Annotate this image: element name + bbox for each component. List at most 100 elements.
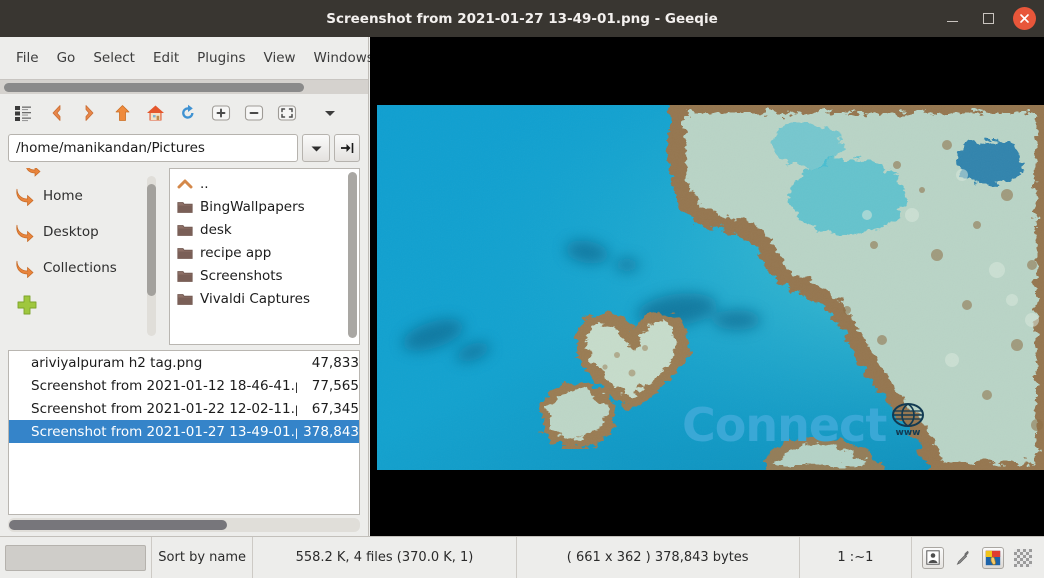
add-bookmark-button[interactable] — [8, 286, 160, 320]
up-button[interactable] — [107, 99, 137, 127]
table-row[interactable]: Screenshot from 2021-01-22 12-02-11.png … — [9, 397, 359, 420]
zoom-fit-button[interactable] — [272, 99, 302, 127]
zoom-in-icon — [211, 105, 231, 121]
shortcuts-pane: Home Desktop Collections — [8, 168, 160, 345]
up-icon — [115, 105, 129, 121]
toolbar-overflow-button[interactable] — [315, 99, 345, 127]
folder-icon — [177, 270, 193, 282]
signal-arcs-icon — [727, 460, 817, 470]
path-go-button[interactable] — [334, 134, 360, 162]
file-size: 77,565 — [311, 377, 359, 394]
home-button[interactable] — [140, 99, 170, 127]
menu-item-view[interactable]: View — [256, 46, 304, 70]
forward-button[interactable] — [74, 99, 104, 127]
window-title: Screenshot from 2021-01-27 13-49-01.png … — [326, 10, 718, 27]
list-item[interactable]: desk — [170, 218, 359, 241]
close-button[interactable] — [1013, 7, 1036, 30]
file-name: ariviyalpuram h2 tag.png — [31, 354, 203, 371]
menu-item-edit[interactable]: Edit — [145, 46, 187, 70]
file-size: 47,833 — [311, 354, 359, 371]
menu-item-select[interactable]: Select — [85, 46, 143, 70]
image-preview-pane[interactable]: Connect www — [370, 37, 1044, 536]
list-item-label: Vivaldi Captures — [200, 290, 311, 307]
file-list-horizontal-scrollbar[interactable] — [8, 518, 360, 532]
list-item[interactable]: Screenshots — [170, 264, 359, 287]
shortcut-partial-above[interactable] — [8, 168, 160, 178]
table-row[interactable]: Screenshot from 2021-01-12 18-46-41.png … — [9, 374, 359, 397]
menu-item-plugins[interactable]: Plugins — [189, 46, 253, 70]
folder-icon — [177, 247, 193, 259]
refresh-button[interactable] — [173, 99, 203, 127]
zoom-out-button[interactable] — [239, 99, 269, 127]
file-name: Screenshot from 2021-01-22 12-02-11.png — [31, 400, 297, 417]
scrollbar-thumb[interactable] — [348, 172, 357, 338]
folder-icon — [177, 293, 193, 305]
zoom-out-icon — [244, 105, 264, 121]
exif-rotate-toggle[interactable] — [922, 546, 945, 569]
tool-bar — [0, 94, 368, 132]
sidebar-item-collections[interactable]: Collections — [8, 250, 160, 286]
menu-item-go[interactable]: Go — [49, 46, 84, 70]
progress-cell — [0, 536, 152, 578]
image-info: ( 661 x 362 ) 378,843 bytes — [517, 536, 800, 578]
forward-icon — [85, 105, 93, 121]
list-item[interactable]: recipe app — [170, 241, 359, 264]
list-item-label: Screenshots — [200, 267, 283, 284]
list-item-label: recipe app — [200, 244, 272, 261]
transparency-toggle[interactable] — [1012, 547, 1034, 569]
path-input[interactable]: /home/manikandan/Pictures — [8, 134, 298, 162]
minimize-button[interactable] — [941, 8, 963, 30]
menu-item-file[interactable]: File — [8, 46, 47, 70]
scrollbar-thumb[interactable] — [4, 83, 304, 92]
go-to-path-icon — [340, 143, 353, 153]
zoom-ratio[interactable]: 1 :~1 — [800, 536, 913, 578]
main-area: File Go Select Edit Plugins View Windows — [0, 37, 1044, 536]
list-item[interactable]: BingWallpapers — [170, 195, 359, 218]
file-name: Screenshot from 2021-01-12 18-46-41.png — [31, 377, 297, 394]
scrollbar-thumb[interactable] — [147, 184, 156, 296]
scrollbar-thumb[interactable] — [9, 520, 227, 530]
folder-list-scrollbar[interactable] — [348, 172, 357, 338]
thumbnails-button[interactable] — [8, 99, 38, 127]
close-icon — [1020, 14, 1029, 23]
folder-icon — [177, 201, 193, 213]
zoom-in-button[interactable] — [206, 99, 236, 127]
list-item[interactable]: Vivaldi Captures — [170, 287, 359, 310]
file-size: 67,345 — [311, 400, 359, 417]
progress-bar — [5, 544, 146, 571]
transparency-checker-icon — [1014, 548, 1033, 567]
table-row[interactable]: Screenshot from 2021-01-27 13-49-01.png … — [9, 420, 359, 443]
color-picker-toggle[interactable] — [952, 547, 974, 569]
menu-bar: File Go Select Edit Plugins View Windows — [0, 37, 374, 79]
color-management-toggle[interactable] — [982, 546, 1005, 569]
color-picker-icon — [956, 550, 969, 565]
preview-image[interactable]: Connect www — [377, 105, 1044, 470]
geeqie-window: Screenshot from 2021-01-27 13-49-01.png … — [0, 0, 1044, 578]
folder-shortcut-icon — [16, 224, 34, 242]
sidebar-item-home[interactable]: Home — [8, 178, 160, 214]
sort-button[interactable]: Sort by name — [152, 536, 254, 578]
maximize-icon — [982, 13, 994, 24]
sidebar-item-desktop[interactable]: Desktop — [8, 214, 160, 250]
list-item-label: BingWallpapers — [200, 198, 305, 215]
window-controls — [941, 0, 1036, 37]
table-row[interactable]: ariviyalpuram h2 tag.png 47,833 — [9, 351, 359, 374]
list-item[interactable]: .. — [170, 172, 359, 195]
path-bar: /home/manikandan/Pictures — [0, 132, 368, 168]
folder-summary: 558.2 K, 4 files (370.0 K, 1) — [253, 536, 517, 578]
chevron-down-icon — [311, 146, 321, 151]
toolbar-horizontal-scrollbar[interactable] — [0, 79, 368, 94]
maximize-button[interactable] — [977, 8, 999, 30]
folder-shortcut-icon — [16, 260, 34, 278]
plus-icon — [17, 295, 37, 315]
list-item-label: desk — [200, 221, 232, 238]
file-name: Screenshot from 2021-01-27 13-49-01.png — [31, 423, 297, 440]
shortcuts-scrollbar[interactable] — [147, 176, 156, 336]
sidebar-item-label: Home — [43, 188, 83, 204]
path-history-button[interactable] — [302, 134, 330, 162]
back-icon — [52, 105, 60, 121]
status-toggles — [912, 546, 1044, 569]
sidebar-item-label: Collections — [43, 260, 117, 276]
minimize-icon — [946, 20, 958, 23]
back-button[interactable] — [41, 99, 71, 127]
